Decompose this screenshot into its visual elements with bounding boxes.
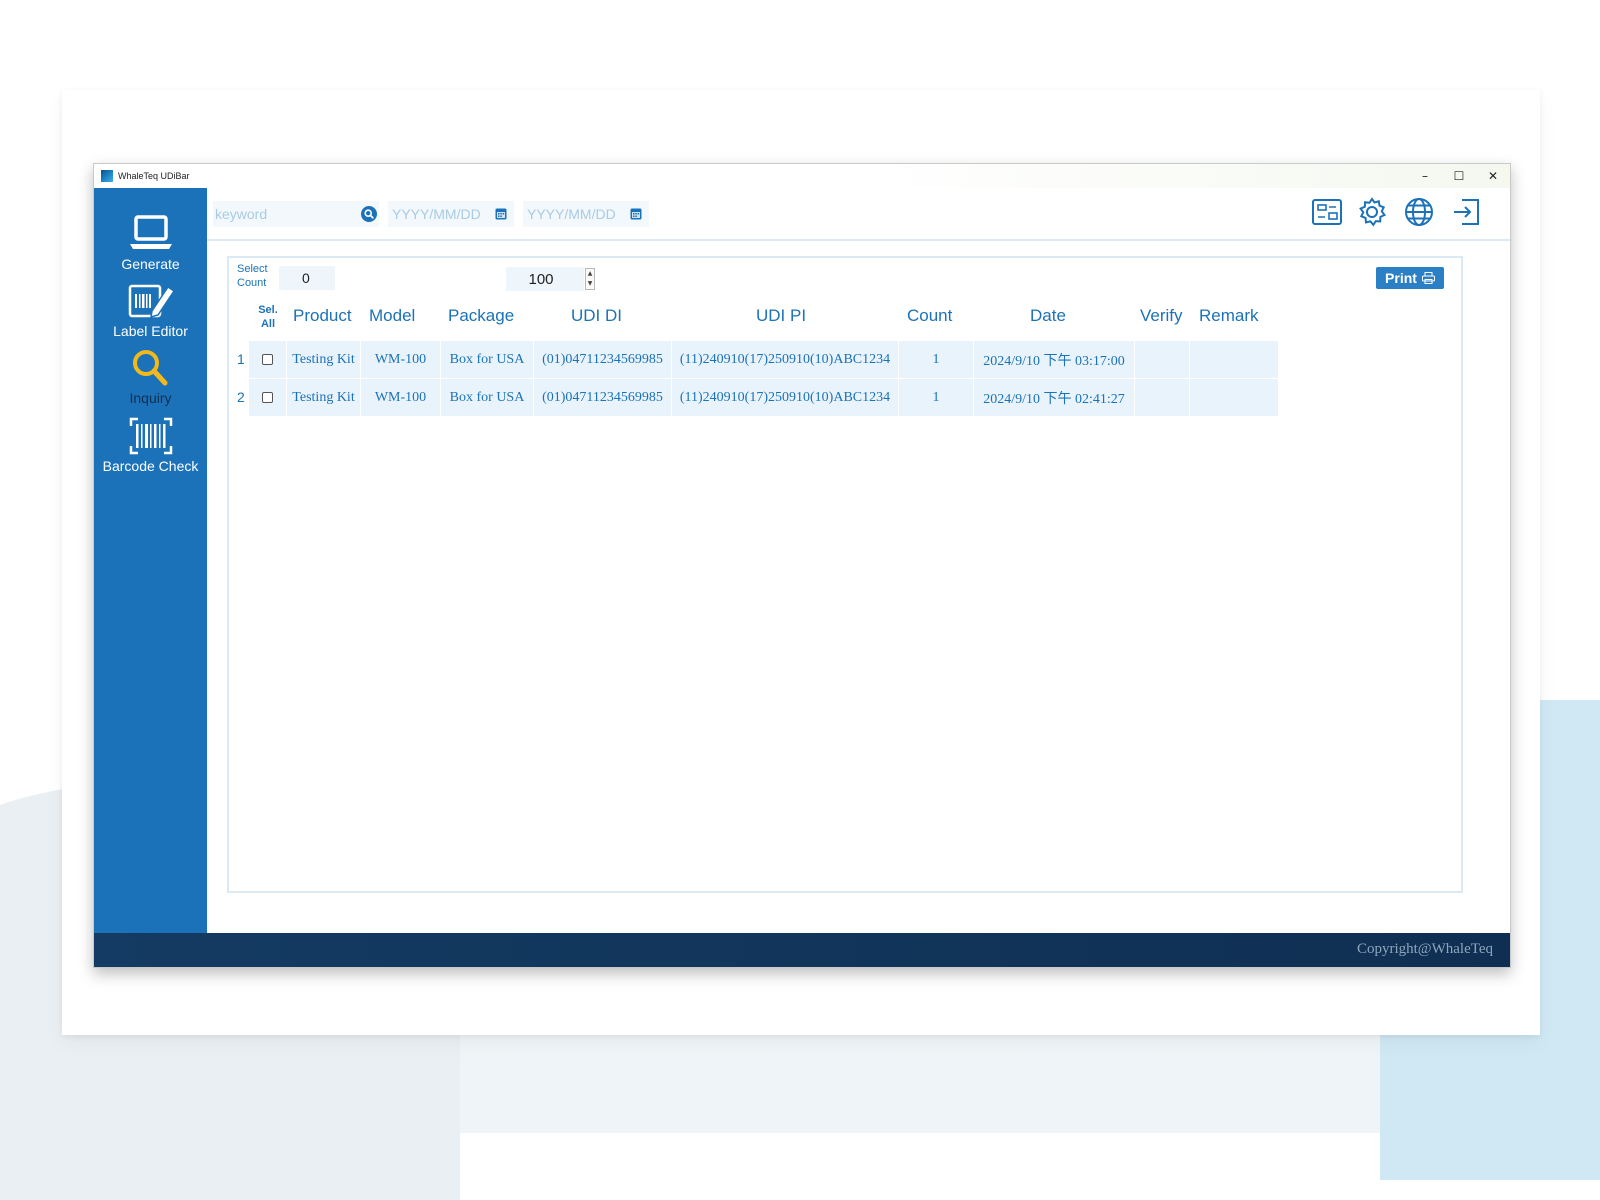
print-button-label: Print — [1385, 270, 1417, 286]
close-button[interactable]: ✕ — [1476, 164, 1510, 188]
select-all-line2: All — [260, 318, 276, 330]
spin-down-icon[interactable]: ▼ — [586, 279, 594, 289]
row-select-cell[interactable] — [249, 379, 287, 416]
sidebar-item-label: Barcode Check — [102, 458, 199, 474]
date-to-input[interactable] — [527, 201, 627, 227]
select-count-label-line1: Select — [237, 263, 268, 275]
calendar-icon[interactable] — [630, 207, 642, 220]
page-size-spinner[interactable]: ▲ ▼ — [585, 268, 595, 290]
cell-product: Testing Kit — [287, 379, 361, 416]
copyright-text: Copyright@WhaleTeq — [1356, 941, 1493, 957]
keyword-search — [213, 201, 379, 227]
column-header-package[interactable]: Package — [448, 306, 514, 326]
maximize-button[interactable]: ☐ — [1442, 164, 1476, 188]
column-header-date[interactable]: Date — [1030, 306, 1066, 326]
barcode-scan-icon — [129, 417, 172, 455]
sidebar-item-generate[interactable]: Generate — [94, 214, 207, 272]
column-header-udi-di[interactable]: UDI DI — [571, 306, 622, 326]
cell-date: 2024/9/10 下午 02:41:27 — [974, 379, 1135, 416]
row-number: 2 — [237, 389, 245, 405]
app-logo-icon — [101, 170, 113, 182]
row-number: 1 — [237, 351, 245, 367]
select-count-value: 0 — [279, 266, 335, 290]
settings-gear-icon[interactable] — [1357, 197, 1387, 227]
minimize-button[interactable]: – — [1408, 164, 1442, 188]
column-header-remark[interactable]: Remark — [1199, 306, 1259, 326]
sidebar-item-label: Inquiry — [129, 390, 172, 406]
footer-bar: Copyright@WhaleTeq — [94, 933, 1510, 967]
search-button[interactable] — [361, 206, 377, 222]
select-all-toggle[interactable]: Sel. All — [257, 303, 279, 331]
sidebar: Generate Label Editor Inquiry Barcode Ch… — [94, 188, 207, 933]
language-globe-icon[interactable] — [1403, 197, 1435, 227]
select-count-label: Select Count — [237, 262, 268, 290]
date-from-field — [388, 201, 514, 227]
cell-remark — [1190, 341, 1279, 378]
cell-udi-di: (01)04711234569985 — [534, 379, 672, 416]
select-all-line1: Sel. — [258, 304, 278, 316]
cell-verify — [1135, 341, 1190, 378]
window-controls: – ☐ ✕ — [1408, 164, 1510, 188]
laptop-icon — [129, 215, 172, 249]
sidebar-item-label: Label Editor — [113, 323, 188, 339]
top-toolbar — [207, 188, 1510, 241]
date-to-field — [523, 201, 649, 227]
column-header-verify[interactable]: Verify — [1140, 306, 1183, 326]
cell-udi-pi: (11)240910(17)250910(10)ABC1234 — [672, 379, 899, 416]
printer-icon — [1421, 272, 1435, 284]
column-header-product[interactable]: Product — [293, 306, 352, 326]
label-template-icon[interactable] — [1311, 197, 1343, 227]
page-size-field — [506, 267, 584, 291]
spin-up-icon[interactable]: ▲ — [586, 269, 594, 279]
sidebar-item-label: Generate — [121, 256, 180, 272]
title-bar: WhaleTeq UDiBar – ☐ ✕ — [94, 164, 1510, 188]
logout-icon[interactable] — [1450, 197, 1482, 227]
sidebar-item-barcode-check[interactable]: Barcode Check — [94, 416, 207, 474]
date-from-input[interactable] — [392, 201, 492, 227]
main-content: Select Count 0 ▲ ▼ Print Sel — [207, 241, 1510, 933]
results-panel: Select Count 0 ▲ ▼ Print Sel — [227, 256, 1463, 893]
print-button[interactable]: Print — [1376, 267, 1444, 289]
label-edit-icon — [128, 284, 175, 319]
cell-remark — [1190, 379, 1279, 416]
select-count-label-line2: Count — [237, 277, 267, 289]
column-header-count[interactable]: Count — [907, 306, 952, 326]
table-row[interactable]: 2 Testing Kit WM-100 Box for USA (01)047… — [237, 379, 1279, 416]
sidebar-item-inquiry[interactable]: Inquiry — [94, 348, 207, 406]
search-icon — [364, 209, 374, 219]
cell-model: WM-100 — [361, 379, 441, 416]
cell-product: Testing Kit — [287, 341, 361, 378]
keyword-input[interactable] — [215, 201, 345, 227]
app-window: WhaleTeq UDiBar – ☐ ✕ Generate Label Edi… — [93, 163, 1511, 968]
row-checkbox[interactable] — [262, 354, 273, 365]
cell-count: 1 — [899, 341, 974, 378]
cell-udi-di: (01)04711234569985 — [534, 341, 672, 378]
table-row[interactable]: 1 Testing Kit WM-100 Box for USA (01)047… — [237, 341, 1279, 378]
cell-verify — [1135, 379, 1190, 416]
cell-package: Box for USA — [441, 379, 534, 416]
column-header-model[interactable]: Model — [369, 306, 415, 326]
cell-count: 1 — [899, 379, 974, 416]
cell-udi-pi: (11)240910(17)250910(10)ABC1234 — [672, 341, 899, 378]
cell-model: WM-100 — [361, 341, 441, 378]
column-header-udi-pi[interactable]: UDI PI — [756, 306, 806, 326]
page-size-input[interactable] — [506, 267, 576, 291]
cell-date: 2024/9/10 下午 03:17:00 — [974, 341, 1135, 378]
sidebar-item-label-editor[interactable]: Label Editor — [94, 281, 207, 339]
row-checkbox[interactable] — [262, 392, 273, 403]
row-select-cell[interactable] — [249, 341, 287, 378]
magnifier-icon — [132, 350, 167, 386]
cell-package: Box for USA — [441, 341, 534, 378]
calendar-icon[interactable] — [495, 207, 507, 220]
window-title: WhaleTeq UDiBar — [118, 171, 190, 181]
